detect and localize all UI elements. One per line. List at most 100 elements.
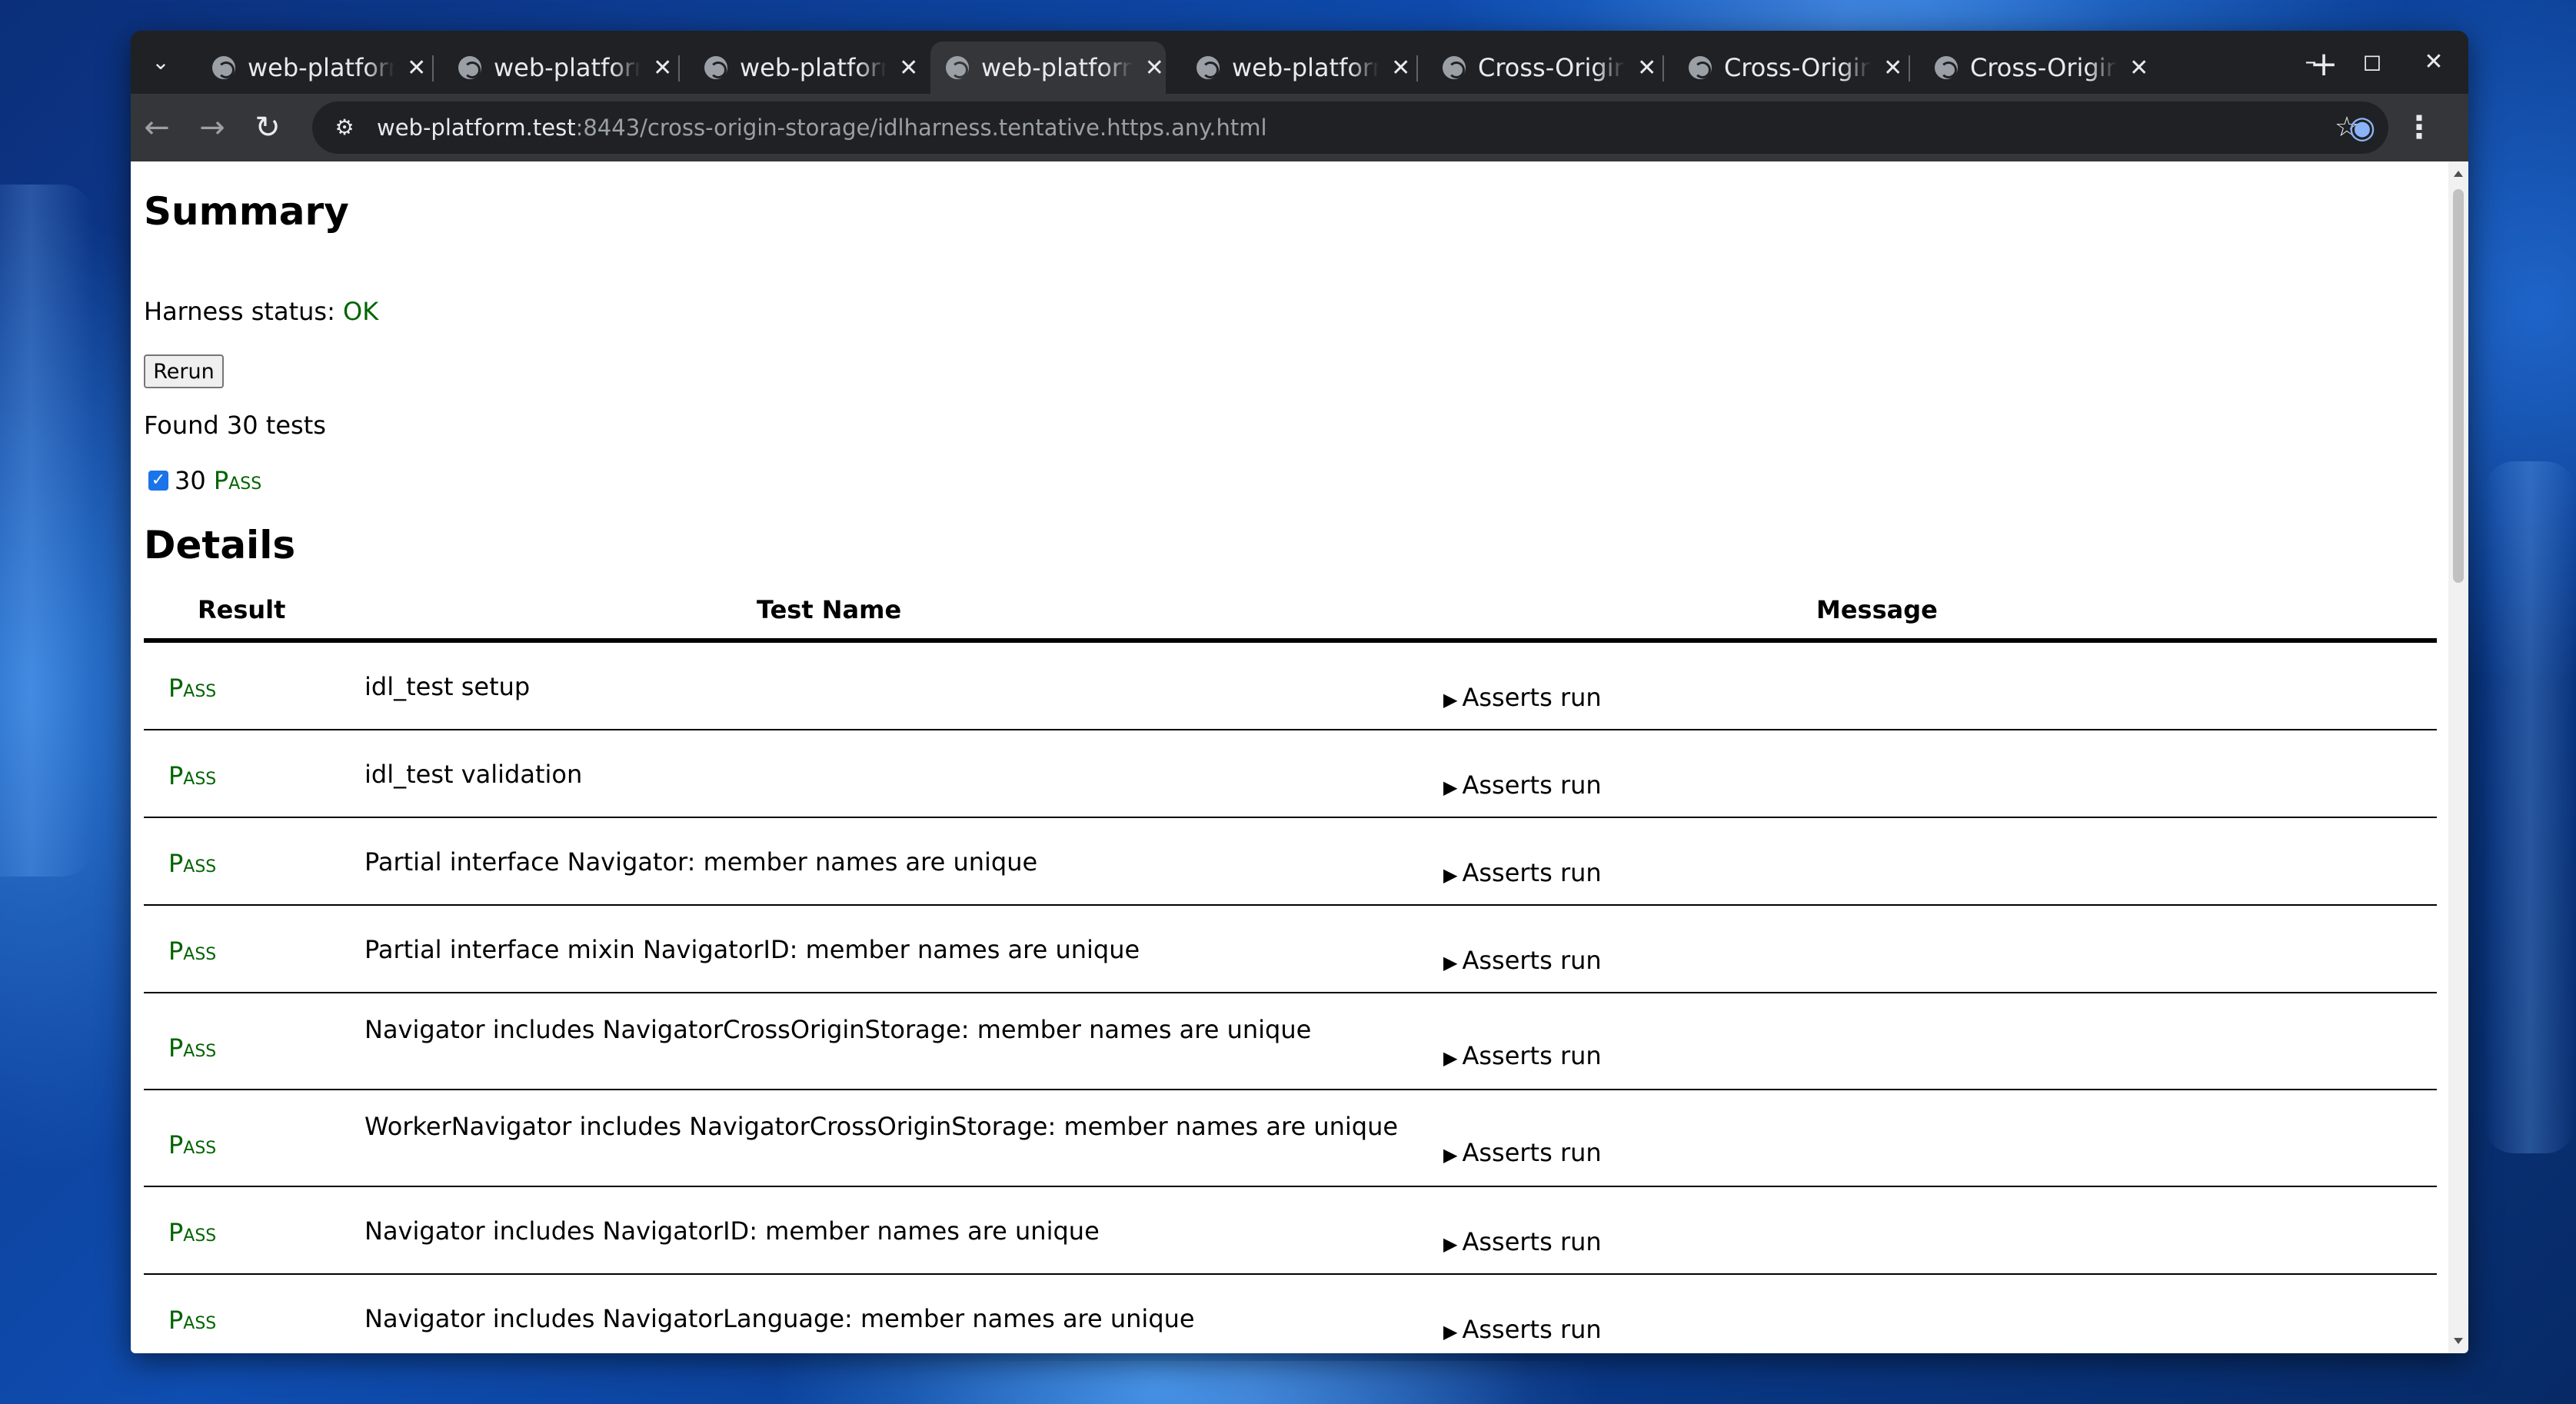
tab-7[interactable]: Cross-Origin Storage ✕ xyxy=(1673,42,1904,94)
asserts-toggle[interactable]: ▶ Asserts run xyxy=(1443,683,1602,712)
pass-count: 30 xyxy=(175,466,206,495)
scrollbar-thumb[interactable] xyxy=(2453,189,2464,583)
tab-title: web-platform.test xyxy=(1232,53,1379,82)
harness-status: Harness status: OK xyxy=(144,297,378,326)
tab-title: web-platform.test xyxy=(981,53,1133,82)
close-icon[interactable]: ✕ xyxy=(1143,55,1166,82)
close-icon: ✕ xyxy=(2424,48,2444,75)
tab-1[interactable]: web-platform.test ✕ xyxy=(197,42,428,94)
result-pass: Pass xyxy=(168,674,217,703)
result-pass: Pass xyxy=(168,849,217,878)
scroll-up-icon[interactable] xyxy=(2454,171,2463,177)
message-text: Asserts run xyxy=(1462,858,1602,887)
arrow-right-icon: → xyxy=(199,110,225,145)
window-close-button[interactable]: ✕ xyxy=(2407,43,2461,82)
close-icon[interactable]: ✕ xyxy=(1390,55,1412,82)
asserts-toggle[interactable]: ▶ Asserts run xyxy=(1443,1315,1602,1344)
rerun-button[interactable]: Rerun xyxy=(144,354,224,388)
url-path: :8443/cross-origin-storage/idlharness.te… xyxy=(575,115,1267,141)
pass-filter-checkbox[interactable]: ✓ xyxy=(148,471,168,491)
harness-status-value: OK xyxy=(343,297,379,326)
globe-icon xyxy=(1935,56,1958,79)
test-name: idl_test validation xyxy=(364,760,583,789)
maximize-button[interactable]: ◻ xyxy=(2345,43,2399,82)
message-text: Asserts run xyxy=(1462,1138,1602,1167)
table-row: Pass Partial interface mixin NavigatorID… xyxy=(144,906,2437,993)
tab-search-button[interactable]: ⌄ xyxy=(141,43,180,82)
table-row: Pass Partial interface Navigator: member… xyxy=(144,818,2437,906)
asserts-toggle[interactable]: ▶ Asserts run xyxy=(1443,1138,1602,1167)
triangle-right-icon: ▶ xyxy=(1443,689,1458,710)
column-message: Message xyxy=(1816,595,1938,624)
table-row: Pass Navigator includes NavigatorLanguag… xyxy=(144,1275,2437,1353)
profile-button[interactable]: ◉ xyxy=(2341,106,2384,149)
triangle-right-icon: ▶ xyxy=(1443,1233,1458,1255)
result-pass: Pass xyxy=(168,761,217,790)
account-icon: ◉ xyxy=(2348,110,2376,145)
triangle-right-icon: ▶ xyxy=(1443,864,1458,886)
table-header: Result Test Name Message xyxy=(144,589,2437,643)
asserts-toggle[interactable]: ▶ Asserts run xyxy=(1443,1041,1602,1070)
globe-icon xyxy=(458,56,481,79)
scroll-down-icon[interactable] xyxy=(2454,1338,2463,1344)
reload-button[interactable]: ↻ xyxy=(245,105,291,151)
tab-5[interactable]: web-platform.test ✕ xyxy=(1181,42,1412,94)
site-info-button[interactable]: ⚙ xyxy=(326,109,363,146)
globe-icon xyxy=(946,56,969,79)
page-viewport: Summary Harness status: OK Rerun Found 3… xyxy=(131,161,2448,1353)
table-row: Pass Navigator includes NavigatorID: mem… xyxy=(144,1187,2437,1275)
maximize-icon: ◻ xyxy=(2362,48,2382,75)
test-name: Navigator includes NavigatorCrossOriginS… xyxy=(364,1015,1312,1044)
message-text: Asserts run xyxy=(1462,683,1602,712)
browser-toolbar: ← → ↻ ⚙ web-platform.test:8443/cross-ori… xyxy=(131,94,2468,161)
tab-6[interactable]: Cross-Origin Storage ✕ xyxy=(1427,42,1658,94)
found-tests-text: Found 30 tests xyxy=(144,411,326,440)
close-icon[interactable]: ✕ xyxy=(897,55,920,82)
triangle-right-icon: ▶ xyxy=(1443,1144,1458,1166)
tab-8[interactable]: Cross-Origin Storage ✕ xyxy=(1919,42,2150,94)
close-icon[interactable]: ✕ xyxy=(1882,55,1904,82)
close-icon[interactable]: ✕ xyxy=(651,55,674,82)
tab-title: web-platform.test xyxy=(494,53,641,82)
tab-title: web-platform.test xyxy=(248,53,394,82)
message-text: Asserts run xyxy=(1462,1315,1602,1344)
page-scrollbar[interactable] xyxy=(2448,161,2468,1353)
triangle-right-icon: ▶ xyxy=(1443,777,1458,798)
asserts-toggle[interactable]: ▶ Asserts run xyxy=(1443,858,1602,887)
harness-label: Harness status: xyxy=(144,297,344,326)
minimize-button[interactable]: – xyxy=(2284,43,2338,82)
column-result: Result xyxy=(198,595,286,624)
forward-button[interactable]: → xyxy=(189,105,235,151)
close-icon[interactable]: ✕ xyxy=(405,55,428,82)
back-button[interactable]: ← xyxy=(134,105,180,151)
globe-icon xyxy=(1689,56,1712,79)
table-row: Pass WorkerNavigator includes NavigatorC… xyxy=(144,1090,2437,1187)
result-pass: Pass xyxy=(168,1033,217,1063)
test-name: Partial interface Navigator: member name… xyxy=(364,847,1038,877)
browser-window: ⌄ web-platform.test ✕ web-platform.test … xyxy=(131,31,2468,1353)
address-bar[interactable]: ⚙ web-platform.test:8443/cross-origin-st… xyxy=(312,101,2388,154)
tab-2[interactable]: web-platform.test ✕ xyxy=(443,42,674,94)
test-name: Navigator includes NavigatorID: member n… xyxy=(364,1216,1100,1246)
message-text: Asserts run xyxy=(1462,1227,1602,1256)
tab-title: Cross-Origin Storage xyxy=(1478,53,1626,82)
tab-4-active[interactable]: web-platform.test ✕ xyxy=(930,42,1166,94)
result-pass: Pass xyxy=(168,1306,217,1335)
summary-heading: Summary xyxy=(144,189,349,234)
pass-filter: ✓ 30 Pass xyxy=(148,466,261,495)
table-row: Pass Navigator includes NavigatorCrossOr… xyxy=(144,993,2437,1090)
table-row: Pass idl_test validation ▶ Asserts run xyxy=(144,730,2437,818)
asserts-toggle[interactable]: ▶ Asserts run xyxy=(1443,946,1602,975)
more-vert-icon: ⋮ xyxy=(2404,110,2435,145)
asserts-toggle[interactable]: ▶ Asserts run xyxy=(1443,770,1602,800)
chevron-down-icon: ⌄ xyxy=(151,49,170,75)
browser-menu-button[interactable]: ⋮ xyxy=(2398,106,2441,149)
asserts-toggle[interactable]: ▶ Asserts run xyxy=(1443,1227,1602,1256)
url-text[interactable]: web-platform.test:8443/cross-origin-stor… xyxy=(377,101,1267,154)
close-icon[interactable]: ✕ xyxy=(1636,55,1658,82)
tab-strip: ⌄ web-platform.test ✕ web-platform.test … xyxy=(131,31,2468,94)
globe-icon xyxy=(212,56,235,79)
tab-3[interactable]: web-platform.test ✕ xyxy=(689,42,920,94)
close-icon[interactable]: ✕ xyxy=(2128,55,2150,82)
globe-icon xyxy=(1196,56,1220,79)
